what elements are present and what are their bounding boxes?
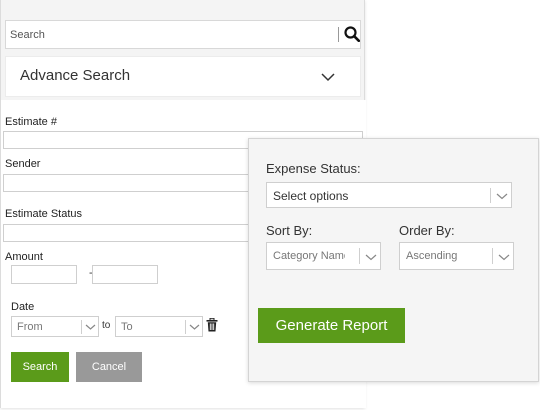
amount-max-input[interactable] bbox=[92, 265, 158, 284]
estimate-number-label: Estimate # bbox=[5, 116, 57, 128]
search-button[interactable]: Search bbox=[11, 352, 69, 382]
cancel-button[interactable]: Cancel bbox=[76, 352, 142, 382]
chevron-down-icon bbox=[85, 324, 96, 330]
sender-label: Sender bbox=[5, 158, 41, 170]
expense-status-label: Expense Status: bbox=[266, 161, 361, 176]
sort-by-value: Category Name bbox=[273, 250, 345, 262]
order-by-select[interactable]: Ascending bbox=[399, 242, 514, 270]
generate-report-button[interactable]: Generate Report bbox=[258, 308, 405, 343]
advance-search-toggle[interactable]: Advance Search bbox=[5, 56, 361, 97]
report-options-panel: Expense Status: Select options Sort By: … bbox=[248, 138, 539, 382]
order-by-label: Order By: bbox=[399, 223, 455, 238]
search-box bbox=[5, 20, 361, 49]
amount-min-input[interactable] bbox=[11, 265, 77, 284]
order-by-value: Ascending bbox=[406, 250, 458, 262]
date-label: Date bbox=[11, 301, 35, 313]
chevron-down-icon bbox=[365, 254, 377, 261]
select-divider bbox=[492, 248, 493, 264]
chevron-down-icon bbox=[189, 324, 200, 330]
search-input[interactable] bbox=[6, 21, 336, 48]
date-from-value: From bbox=[17, 321, 43, 333]
select-divider bbox=[81, 320, 82, 334]
date-from-select[interactable]: From bbox=[11, 316, 99, 337]
chevron-down-icon bbox=[321, 73, 335, 82]
date-to-value: To bbox=[121, 321, 133, 333]
amount-label: Amount bbox=[5, 251, 43, 263]
expense-status-value: Select options bbox=[273, 189, 349, 203]
select-divider bbox=[490, 188, 491, 203]
chevron-down-icon bbox=[498, 254, 510, 261]
sort-by-label: Sort By: bbox=[266, 223, 313, 238]
chevron-down-icon bbox=[496, 193, 508, 200]
select-divider bbox=[185, 320, 186, 334]
search-icon[interactable] bbox=[344, 26, 360, 42]
expense-status-select[interactable]: Select options bbox=[266, 182, 512, 208]
date-to-select[interactable]: To bbox=[115, 316, 203, 337]
estimate-status-label: Estimate Status bbox=[5, 208, 83, 220]
select-divider bbox=[359, 248, 360, 264]
date-to-separator: to bbox=[102, 320, 111, 331]
trash-icon[interactable] bbox=[206, 318, 218, 332]
sort-by-select[interactable]: Category Name bbox=[266, 242, 381, 270]
search-divider bbox=[338, 27, 339, 42]
advance-search-title: Advance Search bbox=[20, 67, 131, 84]
